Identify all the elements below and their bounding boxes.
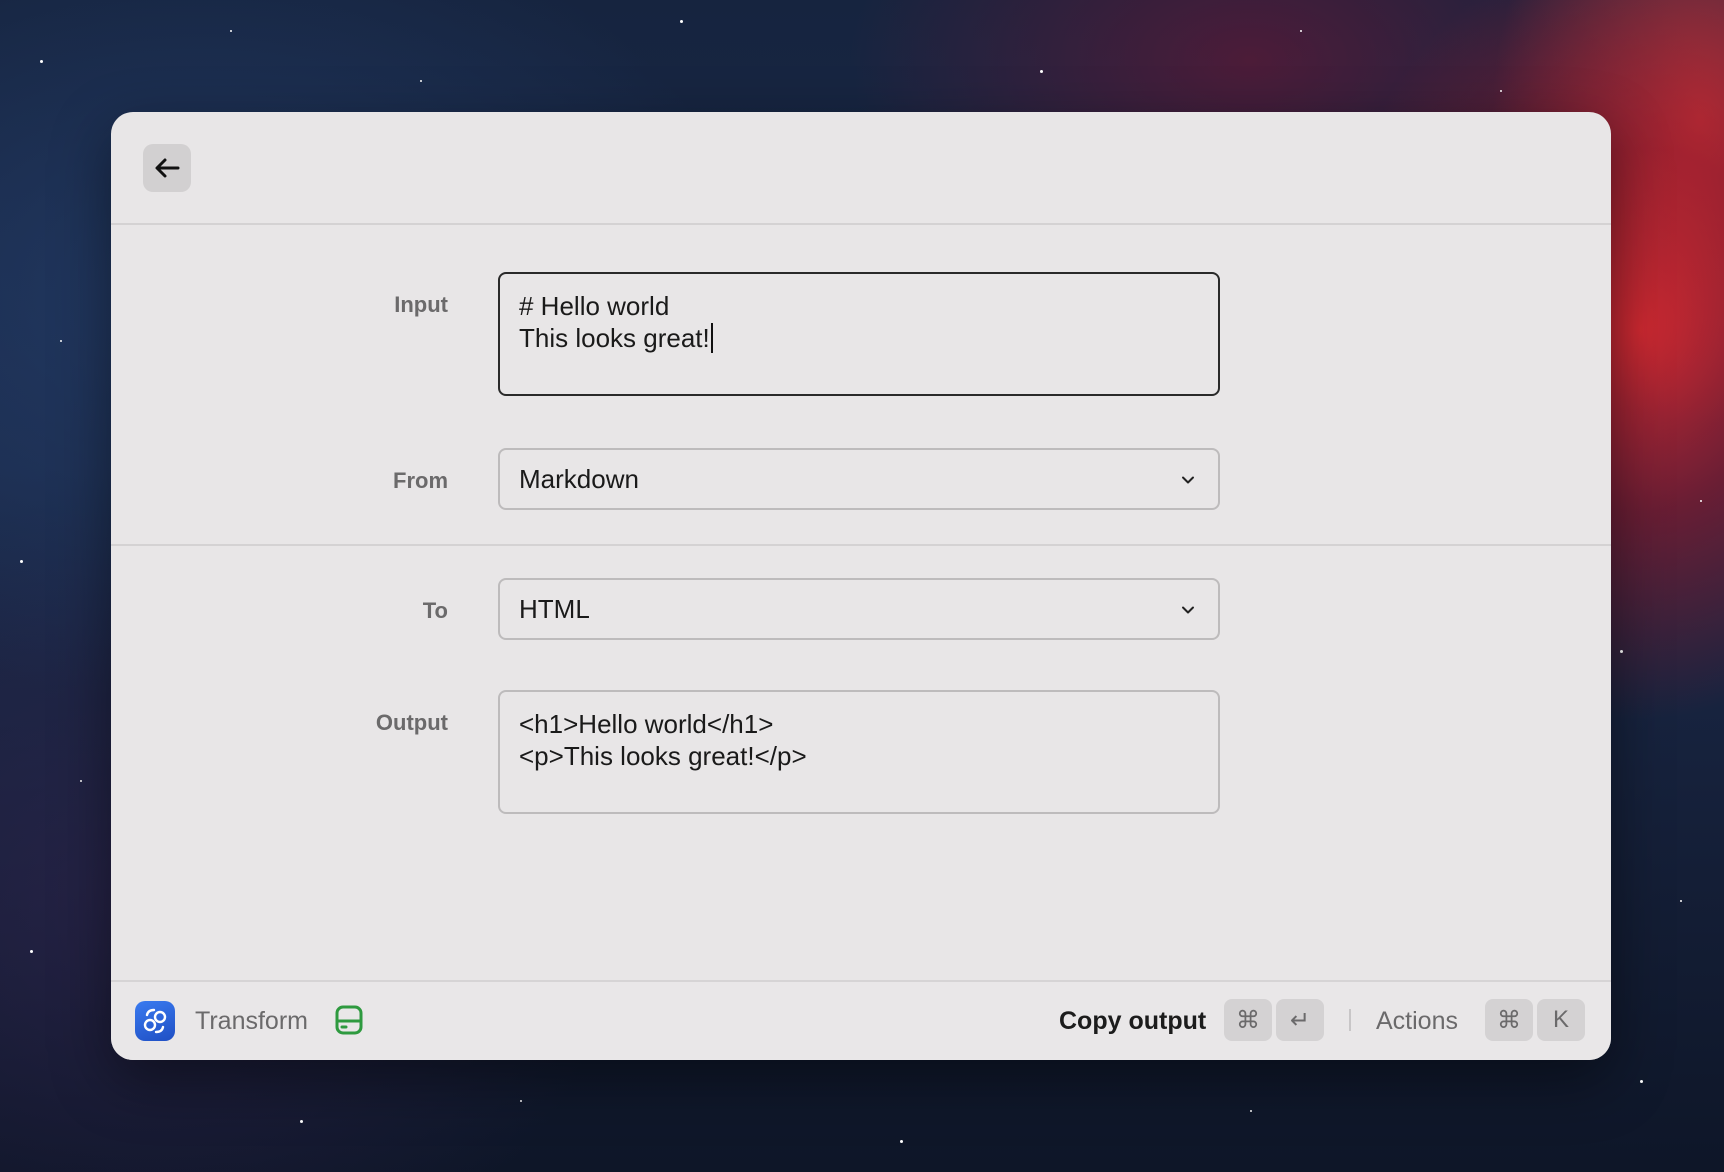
section-divider: [111, 544, 1611, 546]
chevron-down-icon: [1182, 476, 1194, 484]
to-select-value: HTML: [519, 594, 590, 624]
back-button[interactable]: [143, 144, 191, 192]
bottom-action-bar: Transform Copy output ⌘ ↵ Actions ⌘ K: [111, 980, 1611, 1060]
drive-icon: [335, 1005, 363, 1035]
copy-output-button[interactable]: Copy output: [1059, 1007, 1206, 1036]
input-line-1: # Hello world: [519, 291, 670, 321]
to-select[interactable]: HTML: [498, 578, 1220, 640]
from-label: From: [393, 468, 448, 493]
command-key-badge: ⌘: [1485, 999, 1533, 1041]
chevron-down-icon: [1182, 606, 1194, 614]
text-caret: [710, 323, 713, 353]
input-line-2: This looks great!: [519, 323, 710, 353]
return-key-badge: ↵: [1276, 999, 1324, 1041]
app-name: Transform: [195, 1007, 308, 1035]
from-select-value: Markdown: [519, 464, 639, 494]
input-label: Input: [394, 292, 448, 317]
from-select[interactable]: Markdown: [498, 448, 1220, 510]
transform-glyph-icon: [143, 1008, 167, 1034]
actions-button[interactable]: Actions: [1376, 1007, 1458, 1036]
footer-separator: [1349, 1009, 1351, 1031]
output-line-1: <h1>Hello world</h1>: [519, 709, 774, 739]
transform-app-icon: [135, 1001, 175, 1041]
k-key-badge: K: [1537, 999, 1585, 1041]
top-bar: [111, 112, 1611, 225]
command-key-badge: ⌘: [1224, 999, 1272, 1041]
output-line-2: <p>This looks great!</p>: [519, 741, 807, 771]
arrow-left-icon: [155, 158, 180, 178]
input-textarea[interactable]: # Hello world This looks great!: [498, 272, 1220, 396]
converter-window: Input # Hello world This looks great! Fr…: [111, 112, 1611, 1060]
output-label: Output: [375, 710, 448, 735]
to-label: To: [422, 598, 448, 623]
output-textarea[interactable]: <h1>Hello world</h1> <p>This looks great…: [498, 690, 1220, 814]
